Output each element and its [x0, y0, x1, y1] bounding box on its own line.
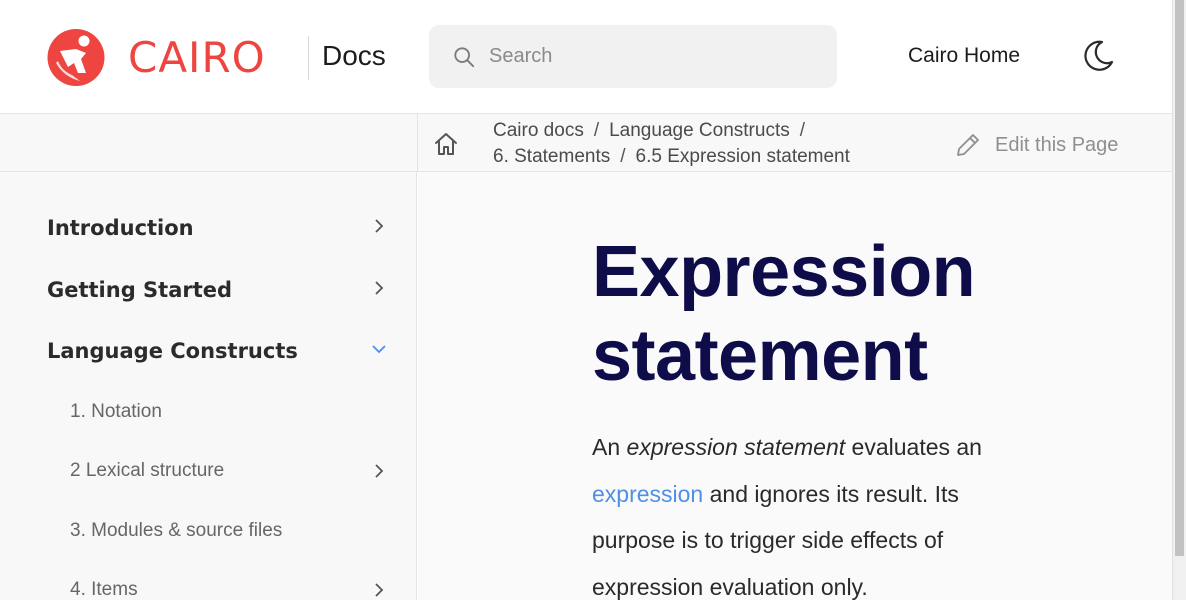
paragraph-text: evaluates an — [845, 434, 982, 460]
sidebar-subitem-modules[interactable]: 3. Modules & source files — [70, 515, 397, 549]
dark-mode-toggle-icon[interactable] — [1080, 38, 1116, 74]
sidebar-item-label: Language Constructs — [47, 339, 298, 363]
cairo-logo-icon[interactable] — [46, 29, 106, 86]
breadcrumb-item[interactable]: Cairo docs — [493, 120, 584, 141]
search-box[interactable] — [429, 25, 837, 88]
chevron-right-icon — [375, 583, 384, 597]
sidebar-nav: Introduction Getting Started Language Co… — [0, 172, 417, 600]
breadcrumb-separator: / — [593, 120, 600, 141]
sidebar-subitem-label: 4. Items — [70, 579, 138, 600]
breadcrumb: Cairo docs / Language Constructs / 6. State… — [493, 118, 913, 170]
breadcrumb-current[interactable]: 6.5 Expression statement — [636, 146, 850, 167]
breadcrumb-separator: / — [799, 120, 806, 141]
cairo-home-link[interactable]: Cairo Home — [908, 42, 1020, 70]
chevron-right-icon — [375, 464, 384, 478]
breadcrumb-separator: / — [620, 146, 626, 167]
pencil-icon — [957, 134, 979, 156]
top-header: CAIRO Docs Cairo Home — [0, 0, 1172, 114]
breadcrumb-bar: Cairo docs / Language Constructs / 6. State… — [0, 114, 1172, 172]
search-input[interactable] — [489, 25, 819, 88]
breadcrumb-item[interactable]: Language Constructs — [609, 120, 790, 141]
scrollbar-thumb[interactable] — [1175, 0, 1184, 556]
page-title-line: Expression — [592, 232, 976, 312]
sidebar-subitem-label: 1. Notation — [70, 401, 162, 422]
sidebar-subitem-label: 2 Lexical structure — [70, 460, 225, 481]
sidebar-item-language-constructs[interactable]: Language Constructs — [47, 333, 397, 369]
docs-label: Docs — [322, 40, 386, 71]
sidebar-item-label: Getting Started — [47, 278, 233, 302]
sidebar-item-label: Introduction — [47, 216, 194, 240]
sidebar-subitem-lexical-structure[interactable]: 2 Lexical structure — [70, 455, 397, 489]
expression-link[interactable]: expression — [592, 481, 703, 507]
sidebar-item-getting-started[interactable]: Getting Started — [47, 272, 397, 308]
main-content: Expression statement An expression state… — [418, 172, 1172, 600]
chevron-down-icon — [372, 345, 386, 354]
sidebar-item-introduction[interactable]: Introduction — [47, 210, 397, 246]
subbar-divider — [417, 114, 418, 172]
header-divider — [308, 36, 309, 80]
sidebar-subitem-label: 3. Modules & source files — [70, 520, 283, 541]
chevron-right-icon — [375, 281, 384, 295]
edit-page-label: Edit this Page — [995, 134, 1119, 156]
page-title: Expression statement — [592, 230, 1092, 398]
sidebar-subitem-items[interactable]: 4. Items — [70, 574, 397, 600]
chevron-right-icon — [375, 219, 384, 233]
intro-paragraph: An expression statement evaluates an exp… — [592, 424, 1032, 600]
paragraph-text: An — [592, 434, 627, 460]
paragraph-emphasis: expression statement — [626, 434, 846, 460]
home-icon[interactable] — [432, 130, 460, 158]
breadcrumb-item[interactable]: 6. Statements — [493, 146, 610, 167]
brand-wordmark[interactable]: CAIRO — [128, 33, 266, 83]
page-scrollbar[interactable] — [1172, 0, 1186, 600]
sidebar-subitem-notation[interactable]: 1. Notation — [70, 396, 397, 430]
search-icon — [454, 47, 475, 68]
page-title-line: statement — [592, 316, 928, 396]
